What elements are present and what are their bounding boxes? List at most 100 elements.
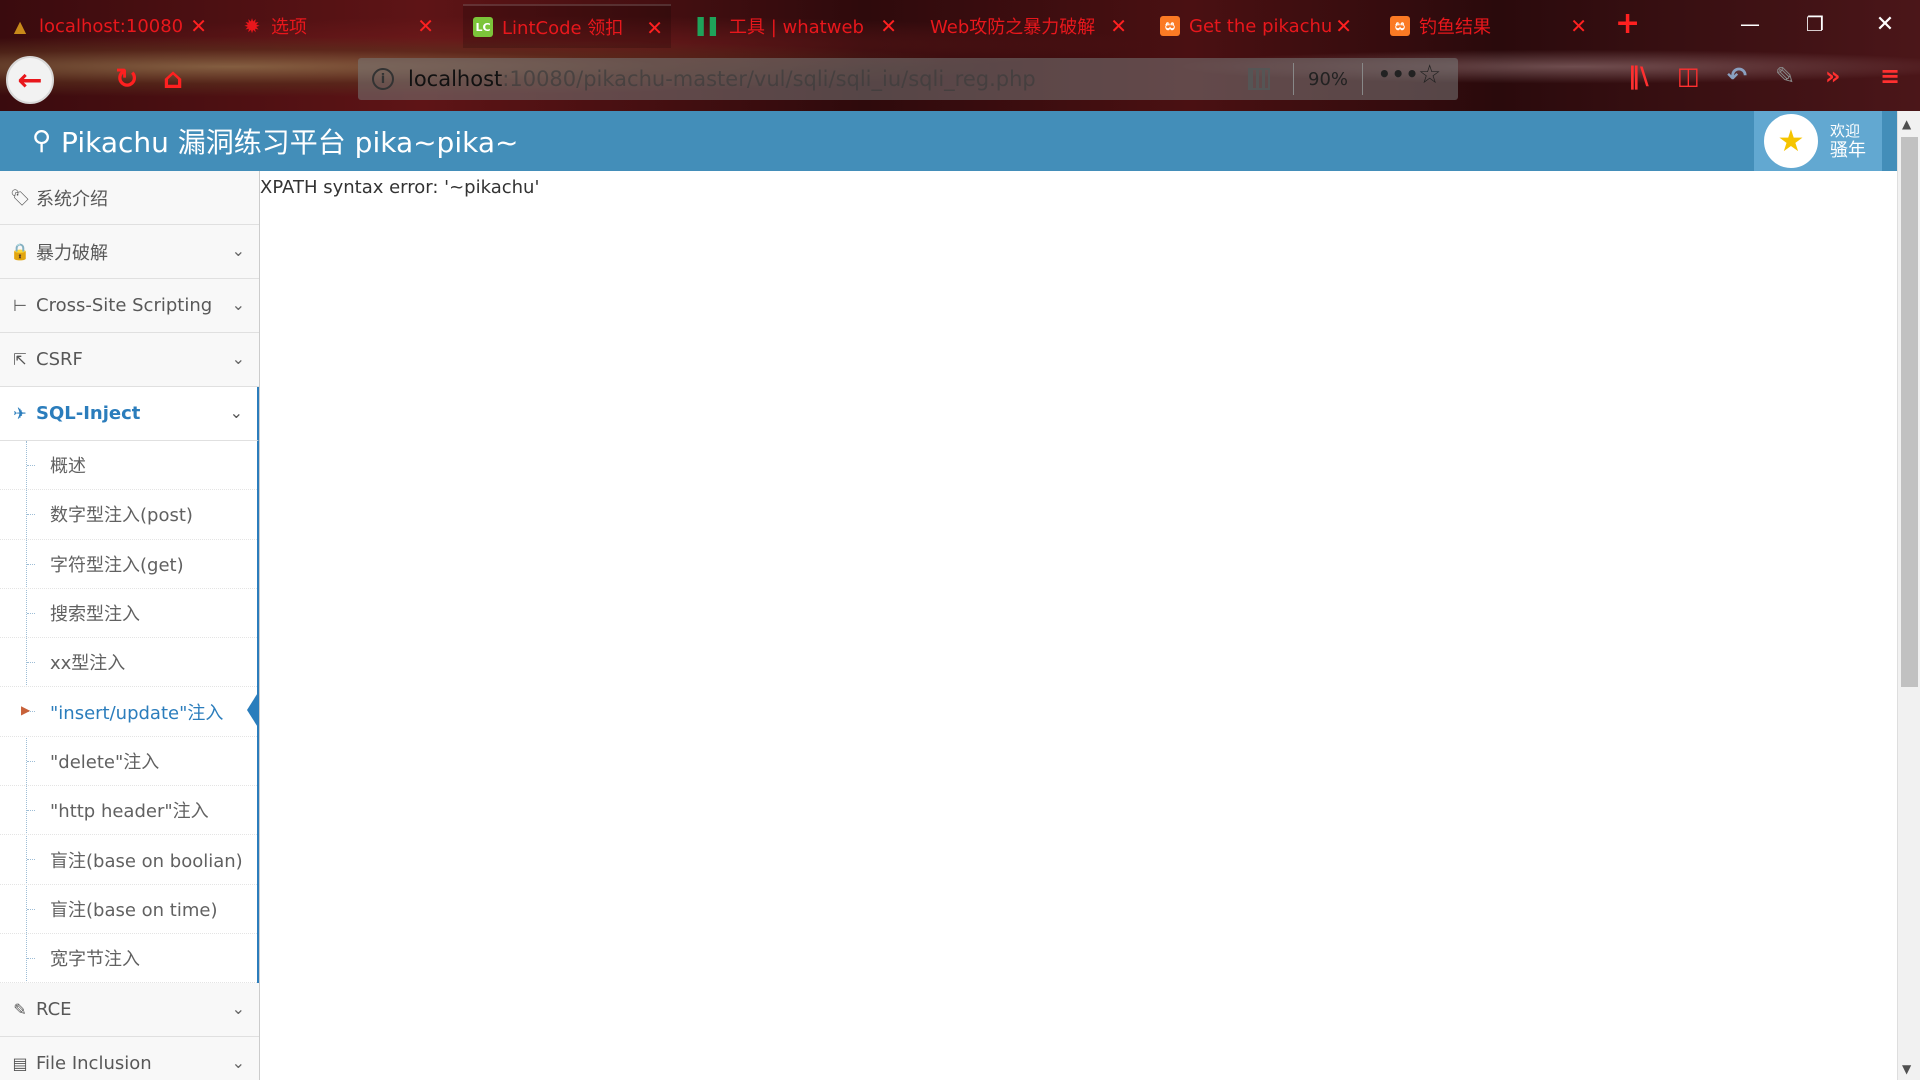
pencil-icon: ✎ <box>13 1000 27 1020</box>
tab-bar: ▲ localhost:10080 ✕ ✹ 选项 ✕ LC LintCode 领… <box>0 0 1920 48</box>
close-tab-icon[interactable]: ✕ <box>646 16 663 40</box>
close-tab-icon[interactable]: ✕ <box>417 14 434 38</box>
reload-icon[interactable]: ↻ <box>115 62 138 95</box>
back-button[interactable]: ← <box>6 56 54 104</box>
tab-options[interactable]: ✹ 选项 ✕ <box>232 4 442 48</box>
sidebar-item-file-inclusion[interactable]: ▤ File Inclusion ⌄ <box>0 1037 259 1080</box>
sidebar-item-xss[interactable]: ⊢ Cross-Site Scripting ⌄ <box>0 279 259 333</box>
sidebar-item-label: SQL-Inject <box>36 403 141 424</box>
error-message: XPATH syntax error: '~pikachu' <box>260 177 540 198</box>
tab-phishing-result[interactable]: ස 钓鱼结果 ✕ <box>1380 4 1595 48</box>
submenu-item-numeric-post[interactable]: 数字型注入(post) <box>0 490 257 540</box>
fighter-jet-icon: ✈ <box>13 404 27 423</box>
submenu-item-insert-update[interactable]: ▶ "insert/update"注入 <box>0 687 259 737</box>
new-tab-icon[interactable]: + <box>1615 6 1640 41</box>
nav-bar: ← ↻ ⌂ i localhost:10080/pikachu-master/v… <box>0 48 1920 111</box>
chevron-down-icon: ⌄ <box>231 999 245 1019</box>
submenu-item-wide-byte[interactable]: 宽字节注入 <box>0 934 257 984</box>
sidebar: 🏷 系统介绍 🔒 暴力破解 ⌄ ⊢ Cross-Site Scripting ⌄… <box>0 171 260 1080</box>
sidebar-item-intro[interactable]: 🏷 系统介绍 <box>0 171 259 225</box>
zoom-level[interactable]: 90% <box>1293 63 1364 95</box>
close-tab-icon[interactable]: ✕ <box>880 14 897 38</box>
tab-whatweb[interactable]: ▌▌ 工具 | whatweb ✕ <box>690 4 905 48</box>
close-window-icon[interactable]: ✕ <box>1865 8 1905 40</box>
arrow-left-icon: ← <box>17 62 43 98</box>
xampp-icon: ස <box>1160 16 1180 36</box>
undo-icon[interactable]: ↶ <box>1727 62 1747 90</box>
file-icon: ▤ <box>12 1054 28 1074</box>
share-icon: ⇱ <box>13 350 27 369</box>
close-tab-icon[interactable]: ✕ <box>190 14 207 38</box>
list-icon: ⊢ <box>13 296 27 315</box>
gear-icon: ✹ <box>243 14 261 38</box>
overflow-icon[interactable]: » <box>1825 62 1841 90</box>
minimize-icon[interactable]: — <box>1730 8 1770 40</box>
close-tab-icon[interactable]: ✕ <box>1570 14 1587 38</box>
avatar: ★ <box>1764 114 1818 168</box>
user-info: 欢迎 骚年 <box>1830 121 1866 161</box>
submenu-item-overview[interactable]: 概述 <box>0 441 257 491</box>
sidebar-item-csrf[interactable]: ⇱ CSRF ⌄ <box>0 333 259 387</box>
submenu-item-string-get[interactable]: 字符型注入(get) <box>0 540 257 589</box>
extension-icon[interactable]: ✎ <box>1775 62 1795 90</box>
star-icon[interactable]: ☆ <box>1418 60 1441 90</box>
qr-code-icon[interactable] <box>1248 68 1270 90</box>
sidebar-icon[interactable]: ◫ <box>1677 62 1700 90</box>
chevron-down-icon: ⌄ <box>229 403 243 422</box>
sidebar-item-label: File Inclusion <box>36 1053 152 1075</box>
brand[interactable]: ⚲ Pikachu 漏洞练习平台 pika~pika~ <box>32 121 518 161</box>
submenu-item-delete[interactable]: "delete"注入 <box>0 737 257 787</box>
scroll-thumb[interactable] <box>1901 137 1918 687</box>
sidebar-item-label: CSRF <box>36 349 83 370</box>
page-header: ⚲ Pikachu 漏洞练习平台 pika~pika~ ★ 欢迎 骚年 <box>0 111 1897 171</box>
browser-chrome: ▲ localhost:10080 ✕ ✹ 选项 ✕ LC LintCode 领… <box>0 0 1920 111</box>
chevron-down-icon: ⌄ <box>231 1053 245 1073</box>
sidebar-item-label: 系统介绍 <box>36 188 108 210</box>
sql-inject-submenu: 概述 数字型注入(post) 字符型注入(get) 搜索型注入 xx型注入 ▶ … <box>0 441 259 984</box>
main-content: XPATH syntax error: '~pikachu' <box>260 171 1896 1080</box>
sidebar-item-label: 暴力破解 <box>36 242 108 264</box>
submenu-item-blind-time[interactable]: 盲注(base on time) <box>0 885 257 934</box>
sidebar-item-sql-inject[interactable]: ✈ SQL-Inject ⌄ <box>0 387 259 441</box>
chevron-down-icon: ⌄ <box>231 349 245 368</box>
submenu-item-blind-boolean[interactable]: 盲注(base on boolian) <box>0 835 257 885</box>
page-actions-icon[interactable]: ••• <box>1378 62 1419 86</box>
scroll-up-icon[interactable]: ▲ <box>1902 117 1911 131</box>
info-icon[interactable]: i <box>372 68 394 90</box>
submenu-item-xx[interactable]: xx型注入 <box>0 638 257 688</box>
tags-icon: 🏷 <box>9 188 31 207</box>
active-pointer <box>247 691 259 730</box>
submenu-item-search[interactable]: 搜索型注入 <box>0 589 257 639</box>
welcome-text: 欢迎 <box>1830 122 1861 140</box>
sidebar-item-label: Cross-Site Scripting <box>36 295 213 316</box>
tab-localhost[interactable]: ▲ localhost:10080 ✕ <box>0 4 215 48</box>
page-scrollbar[interactable]: ▲ ▼ <box>1897 111 1920 1080</box>
menu-icon[interactable]: ≡ <box>1880 62 1900 90</box>
home-icon[interactable]: ⌂ <box>163 62 183 95</box>
sidebar-item-rce[interactable]: ✎ RCE ⌄ <box>0 983 259 1038</box>
address-bar[interactable]: i localhost:10080/pikachu-master/vul/sql… <box>358 58 1458 100</box>
restore-icon[interactable]: ❐ <box>1795 8 1835 40</box>
key-icon: ⚲ <box>32 126 52 156</box>
submenu-item-http-header[interactable]: "http header"注入 <box>0 786 257 836</box>
pikachu-logo-icon: ▲ <box>13 16 27 36</box>
close-tab-icon[interactable]: ✕ <box>1335 14 1352 38</box>
sidebar-item-bruteforce[interactable]: 🔒 暴力破解 ⌄ <box>0 225 259 279</box>
chevron-down-icon: ⌄ <box>231 295 245 314</box>
close-tab-icon[interactable]: ✕ <box>1110 14 1127 38</box>
caret-right-icon: ▶ <box>21 703 31 718</box>
lock-icon: 🔒 <box>10 242 30 261</box>
library-icon[interactable]: ‖\ <box>1628 62 1649 90</box>
user-menu[interactable]: ★ 欢迎 骚年 <box>1754 111 1882 171</box>
chevron-down-icon: ⌄ <box>231 241 245 260</box>
tab-lintcode[interactable]: LC LintCode 领扣 ✕ <box>463 4 671 48</box>
pikachu-icon: ★ <box>1777 123 1805 159</box>
tab-get-pikachu[interactable]: ස Get the pikachu ✕ <box>1150 4 1360 48</box>
xampp-icon: ස <box>1390 16 1410 36</box>
bars-icon: ▌▌ <box>697 16 723 36</box>
scroll-down-icon[interactable]: ▼ <box>1902 1062 1911 1076</box>
tab-web-bruteforce[interactable]: Web攻防之暴力破解 ✕ <box>920 4 1135 48</box>
page-title: Pikachu 漏洞练习平台 pika~pika~ <box>61 126 519 159</box>
lintcode-icon: LC <box>473 17 493 37</box>
username: 骚年 <box>1830 140 1866 161</box>
